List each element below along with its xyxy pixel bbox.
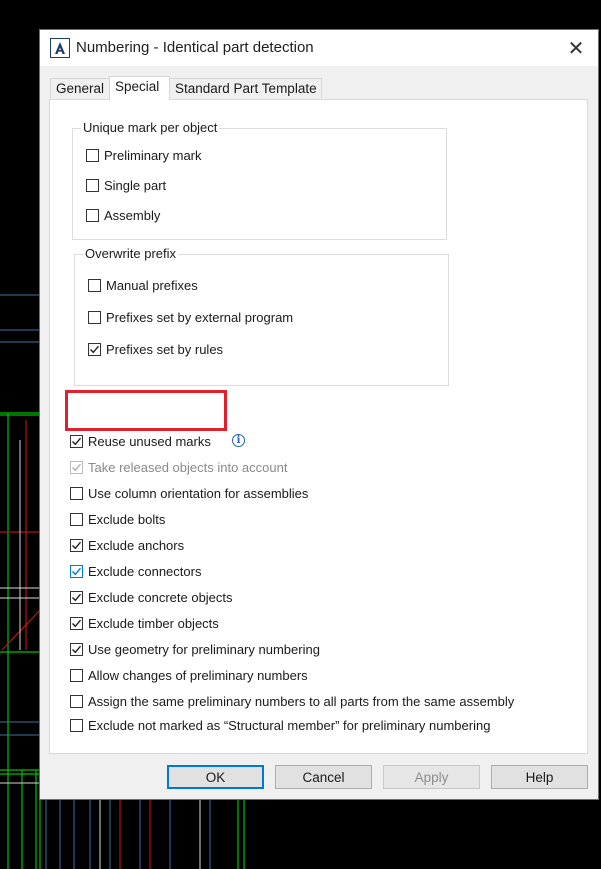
checkbox-label: Use geometry for preliminary numbering <box>88 641 320 657</box>
cancel-button[interactable]: Cancel <box>275 765 372 789</box>
checkmark-icon <box>72 463 82 471</box>
checkmark-icon <box>90 345 100 353</box>
autocad-logo-icon <box>50 38 70 58</box>
checkbox-box[interactable] <box>70 718 83 732</box>
group-title-unique-mark: Unique mark per object <box>81 120 220 136</box>
checkbox-box[interactable] <box>88 278 101 292</box>
checkbox-exclude-bolts[interactable]: Exclude bolts <box>70 510 165 528</box>
checkbox-box[interactable] <box>70 486 83 500</box>
checkbox-assign-same-numbers[interactable]: Assign the same preliminary numbers to a… <box>70 692 514 710</box>
checkbox-exclude-not-structural[interactable]: Exclude not marked as “Structural member… <box>70 716 490 734</box>
checkbox-exclude-timber[interactable]: Exclude timber objects <box>70 614 219 632</box>
checkbox-take-released-objects: Take released objects into account <box>70 458 287 476</box>
checkbox-box[interactable] <box>70 642 83 656</box>
checkbox-prefixes-external[interactable]: Prefixes set by external program <box>88 308 293 326</box>
checkbox-prefixes-by-rules[interactable]: Prefixes set by rules <box>88 340 223 358</box>
checkbox-label: Prefixes set by rules <box>106 341 224 357</box>
checkbox-label: Exclude not marked as “Structural member… <box>88 717 491 733</box>
checkbox-label: Preliminary mark <box>104 147 202 163</box>
checkbox-label: Exclude bolts <box>88 511 166 527</box>
checkbox-assembly[interactable]: Assembly <box>86 206 160 224</box>
group-title-overwrite-prefix: Overwrite prefix <box>83 246 179 262</box>
checkmark-icon <box>72 541 82 549</box>
ok-button[interactable]: OK <box>167 765 264 789</box>
checkbox-box[interactable] <box>70 694 83 708</box>
checkbox-manual-prefixes[interactable]: Manual prefixes <box>88 276 198 294</box>
checkbox-box <box>70 460 83 474</box>
title-bar[interactable]: Numbering - Identical part detection ✕ <box>40 30 598 66</box>
checkbox-preliminary-mark[interactable]: Preliminary mark <box>86 146 202 164</box>
close-button[interactable]: ✕ <box>554 30 598 66</box>
checkbox-box[interactable] <box>70 434 83 448</box>
checkbox-reuse-unused-marks[interactable]: Reuse unused marks <box>70 432 211 450</box>
checkbox-label: Reuse unused marks <box>88 433 211 449</box>
checkbox-label: Prefixes set by external program <box>106 309 294 325</box>
checkbox-box[interactable] <box>70 590 83 604</box>
checkbox-label: Exclude timber objects <box>88 615 219 631</box>
checkmark-icon <box>72 567 82 575</box>
checkmark-icon <box>72 645 82 653</box>
checkbox-box[interactable] <box>88 310 101 324</box>
special-tab-panel: Unique mark per object Preliminary mark … <box>49 99 588 754</box>
checkbox-box[interactable] <box>88 342 101 356</box>
checkbox-label: Single part <box>104 177 167 193</box>
checkbox-single-part[interactable]: Single part <box>86 176 166 194</box>
checkmark-icon <box>72 593 82 601</box>
checkbox-use-geometry[interactable]: Use geometry for preliminary numbering <box>70 640 320 658</box>
overwrite-prefix-group: Overwrite prefix Manual prefixes Prefixe… <box>74 246 449 386</box>
tab-general[interactable]: General <box>50 78 110 98</box>
checkbox-box[interactable] <box>86 208 99 222</box>
numbering-dialog: Numbering - Identical part detection ✕ G… <box>39 29 599 800</box>
tab-special[interactable]: Special <box>109 76 170 100</box>
checkbox-box[interactable] <box>70 512 83 526</box>
help-button[interactable]: Help <box>491 765 588 789</box>
checkbox-column-orientation[interactable]: Use column orientation for assemblies <box>70 484 308 502</box>
info-icon[interactable]: i <box>232 434 245 447</box>
checkbox-label: Allow changes of preliminary numbers <box>88 667 308 683</box>
checkbox-label: Assembly <box>104 207 161 223</box>
checkbox-label: Manual prefixes <box>106 277 198 293</box>
checkbox-exclude-connectors[interactable]: Exclude connectors <box>70 562 201 580</box>
checkbox-label: Exclude anchors <box>88 537 185 553</box>
checkbox-label: Assign the same preliminary numbers to a… <box>88 693 515 709</box>
checkbox-box[interactable] <box>86 148 99 162</box>
tab-standard-part-template[interactable]: Standard Part Template <box>169 78 322 98</box>
checkbox-label: Take released objects into account <box>88 459 288 475</box>
window-title: Numbering - Identical part detection <box>76 39 314 56</box>
checkbox-exclude-concrete[interactable]: Exclude concrete objects <box>70 588 233 606</box>
checkbox-allow-changes[interactable]: Allow changes of preliminary numbers <box>70 666 308 684</box>
checkmark-icon <box>72 437 82 445</box>
checkbox-box[interactable] <box>70 616 83 630</box>
checkbox-exclude-anchors[interactable]: Exclude anchors <box>70 536 184 554</box>
close-icon: ✕ <box>567 37 585 60</box>
checkbox-box[interactable] <box>86 178 99 192</box>
apply-button: Apply <box>383 765 480 789</box>
checkbox-label: Use column orientation for assemblies <box>88 485 309 501</box>
unique-mark-group: Unique mark per object Preliminary mark … <box>72 120 447 240</box>
checkbox-label: Exclude connectors <box>88 563 202 579</box>
checkbox-box[interactable] <box>70 538 83 552</box>
checkmark-icon <box>72 619 82 627</box>
checkbox-box[interactable] <box>70 564 83 578</box>
checkbox-label: Exclude concrete objects <box>88 589 233 605</box>
checkbox-box[interactable] <box>70 668 83 682</box>
